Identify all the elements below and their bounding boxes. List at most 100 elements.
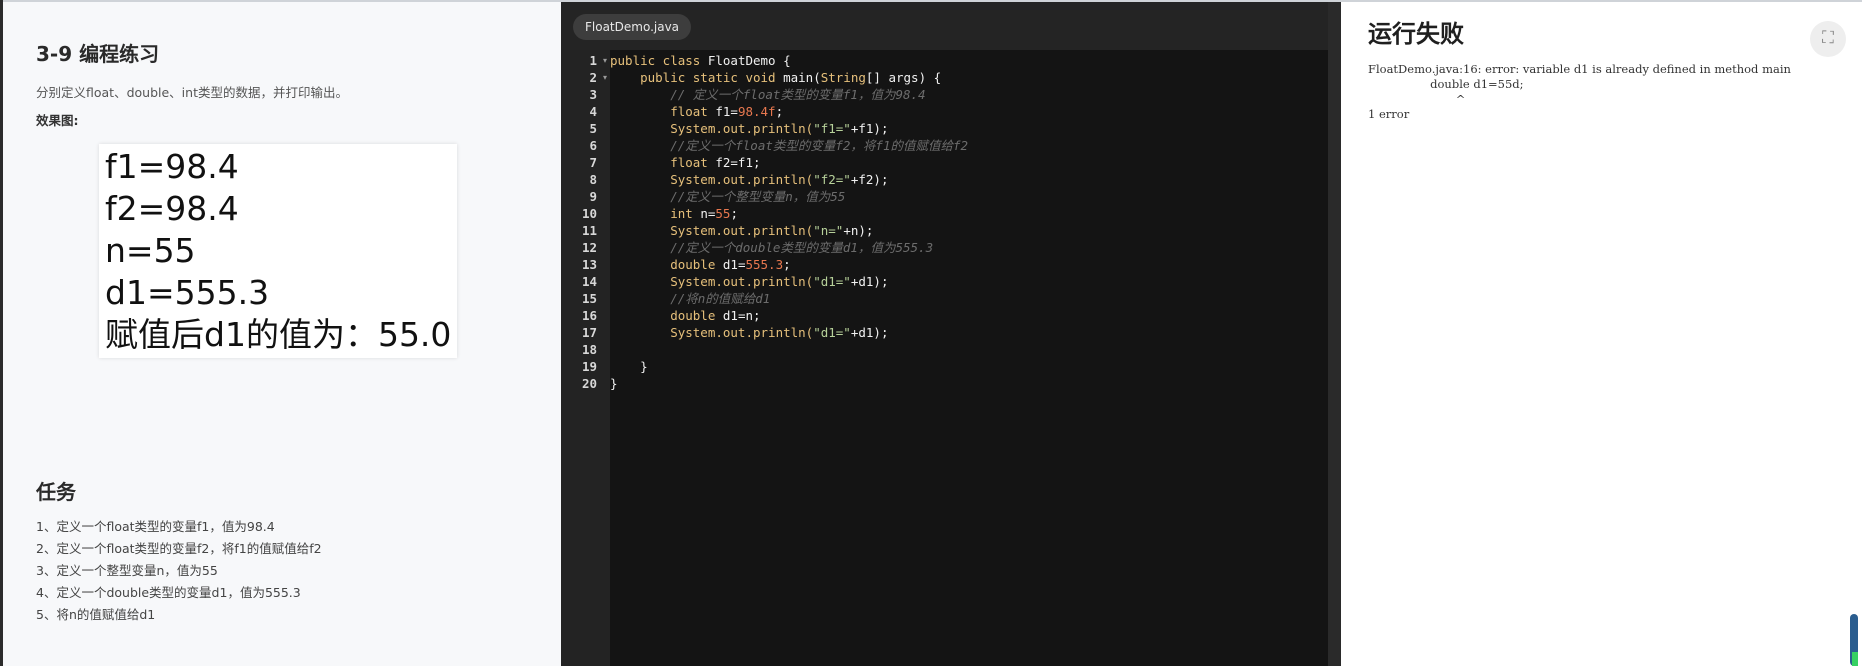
line-number: 2 [589, 70, 597, 85]
code-token: "n=" [813, 223, 844, 238]
line-number: 11 [581, 223, 597, 238]
code-token: float [610, 155, 716, 170]
code-editor[interactable]: FloatDemo.java 1 2 3 4 5 6 7 8 9 10 11 1… [561, 2, 1341, 666]
code-token: double [610, 257, 723, 272]
code-token: f1= [715, 104, 738, 119]
effect-output-line: 赋值后d1的值为：55.0 [105, 315, 452, 354]
code-token: ; [775, 104, 784, 119]
code-token: "f1=" [813, 121, 851, 136]
code-line: float f1=98.4f; [610, 103, 783, 120]
code-token: System.out.println( [610, 223, 814, 238]
effect-output-line: n=55 [105, 231, 196, 270]
fold-arrow-icon[interactable]: ▾ [601, 52, 609, 69]
line-number: 12 [581, 240, 597, 255]
code-line: System.out.println("d1="+d1); [610, 273, 888, 290]
code-line: System.out.println("f1="+f1); [610, 120, 888, 137]
effect-label: 效果图: [36, 113, 79, 128]
line-number: 18 [581, 342, 597, 357]
fold-arrow-icon[interactable]: ▾ [601, 69, 609, 86]
code-token: +n); [843, 223, 874, 238]
fullscreen-icon[interactable]: ⛶ [1810, 21, 1846, 57]
code-token: "f2=" [813, 172, 851, 187]
editor-tab-bar: FloatDemo.java [561, 2, 1328, 50]
code-token: +d1); [850, 325, 889, 340]
code-token: int [610, 206, 701, 221]
effect-output-line: f2=98.4 [105, 189, 239, 228]
editor-scrollbar[interactable] [1328, 2, 1341, 666]
code-token: +f2); [850, 172, 889, 187]
line-number-gutter: 1 2 3 4 5 6 7 8 9 10 11 12 13 14 15 16 1… [561, 50, 610, 666]
line-number: 16 [581, 308, 597, 323]
code-token: ; [783, 257, 791, 272]
code-token: System.out.println( [610, 274, 814, 289]
line-number: 6 [589, 138, 597, 153]
code-line: System.out.println("d1="+d1); [610, 324, 888, 341]
code-token: 55 [715, 206, 731, 221]
code-token: public static void [610, 70, 784, 85]
code-token: main( [783, 70, 821, 85]
code-token: n= [700, 206, 716, 221]
output-panel: 运行失败 FloatDemo.java:16: error: variable … [1343, 2, 1862, 666]
effect-image: f1=98.4 f2=98.4 n=55 d1=555.3 赋值后d1的值为：5… [99, 144, 457, 358]
code-token: d1=n; [722, 308, 761, 323]
code-token: System.out.println( [610, 325, 814, 340]
code-token: "d1=" [813, 274, 851, 289]
line-number: 7 [589, 155, 597, 170]
code-token: 98.4f [737, 104, 776, 119]
code-content[interactable]: public class FloatDemo { public static v… [610, 50, 1328, 666]
code-token: String [820, 70, 866, 85]
code-token: public class [610, 53, 708, 68]
status-indicator [1852, 652, 1858, 666]
lesson-description: 分别定义float、double、int类型的数据，并打印输出。 [36, 85, 348, 100]
task-list: 1、定义一个float类型的变量f1，值为98.4 2、定义一个float类型的… [36, 516, 322, 626]
line-number: 15 [581, 291, 597, 306]
task-item: 2、定义一个float类型的变量f2，将f1的值赋值给f2 [36, 541, 322, 556]
run-status-title: 运行失败 [1368, 20, 1464, 48]
task-title: 任务 [36, 480, 76, 504]
code-line: double d1=n; [610, 307, 761, 324]
task-item: 1、定义一个float类型的变量f1，值为98.4 [36, 519, 275, 534]
lesson-title: 3-9 编程练习 [36, 42, 160, 66]
code-line: double d1=555.3; [610, 256, 791, 273]
task-item: 3、定义一个整型变量n，值为55 [36, 563, 218, 578]
line-number: 1 [589, 53, 597, 68]
code-token: System.out.println( [610, 172, 814, 187]
code-line: System.out.println("n="+n); [610, 222, 873, 239]
code-line: public class FloatDemo { [610, 52, 791, 69]
file-tab[interactable]: FloatDemo.java [573, 14, 692, 40]
code-line: } [610, 376, 618, 391]
code-token: { [783, 53, 791, 68]
line-number: 3 [589, 87, 597, 102]
code-line: } [610, 359, 648, 374]
code-line: public static void main(String[] args) { [610, 69, 941, 86]
line-number: 20 [581, 376, 597, 391]
line-number: 19 [581, 359, 597, 374]
line-number: 5 [589, 121, 597, 136]
code-token: f2=f1; [715, 155, 761, 170]
code-token: 555.3 [745, 257, 784, 272]
code-token: FloatDemo [707, 53, 784, 68]
code-comment-line: //定义一个整型变量n，值为55 [610, 189, 846, 204]
code-token: float [610, 104, 716, 119]
code-line: float f2=f1; [610, 154, 761, 171]
line-number: 8 [589, 172, 597, 187]
task-item: 4、定义一个double类型的变量d1，值为555.3 [36, 585, 301, 600]
line-number: 13 [581, 257, 597, 272]
code-token: [] args) { [865, 70, 942, 85]
code-token: double [610, 308, 723, 323]
code-token: d1= [722, 257, 746, 272]
code-token: "d1=" [813, 325, 851, 340]
line-number: 9 [589, 189, 597, 204]
line-number: 10 [581, 206, 597, 221]
exercise-panel: 3-9 编程练习 分别定义float、double、int类型的数据，并打印输出… [3, 2, 561, 666]
task-item: 5、将n的值赋值给d1 [36, 607, 156, 622]
line-number: 14 [581, 274, 597, 289]
code-token: +d1); [850, 274, 889, 289]
code-comment-line: //将n的值赋给d1 [610, 291, 771, 306]
code-comment-line: // 定义一个float类型的变量f1，值为98.4 [610, 87, 926, 102]
effect-output-line: f1=98.4 [105, 147, 239, 186]
line-number: 17 [581, 325, 597, 340]
code-line: int n=55; [610, 205, 738, 222]
code-token: +f1); [850, 121, 889, 136]
code-line: System.out.println("f2="+f2); [610, 171, 888, 188]
